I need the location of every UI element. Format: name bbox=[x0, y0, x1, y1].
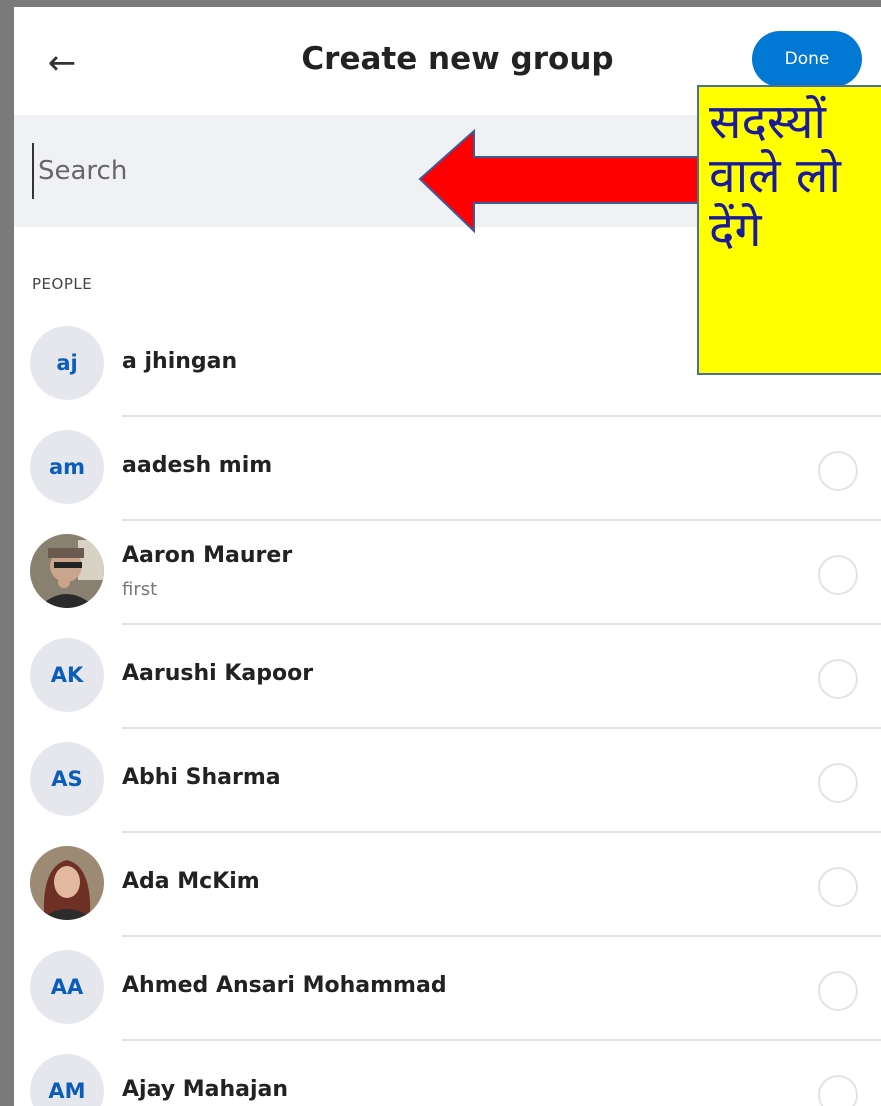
select-radio[interactable] bbox=[818, 451, 858, 491]
annotation-box: सदस्यों वाले लो देंगे bbox=[697, 85, 881, 375]
select-radio[interactable] bbox=[818, 555, 858, 595]
contact-name: Aaron Maurer bbox=[122, 543, 293, 568]
contact-name: a jhingan bbox=[122, 349, 238, 374]
red-arrow-annotation bbox=[418, 128, 703, 234]
select-radio[interactable] bbox=[818, 971, 858, 1011]
contact-row[interactable]: am aadesh mim bbox=[14, 417, 881, 521]
contact-name: Ada McKim bbox=[122, 869, 260, 894]
avatar: AM bbox=[30, 1054, 104, 1106]
page-title: Create new group bbox=[301, 41, 614, 77]
contact-name: aadesh mim bbox=[122, 453, 273, 478]
annotation-text: सदस्यों वाले लो देंगे bbox=[709, 94, 841, 258]
avatar: aj bbox=[30, 326, 104, 400]
contact-name: Aarushi Kapoor bbox=[122, 661, 314, 686]
contact-row[interactable]: AA Ahmed Ansari Mohammad bbox=[14, 937, 881, 1041]
done-button[interactable]: Done bbox=[752, 31, 862, 87]
select-radio[interactable] bbox=[818, 867, 858, 907]
create-group-panel: ← Create new group Done PEOPLE aja jhing… bbox=[14, 7, 881, 1106]
contact-row[interactable]: Aaron Maurer first bbox=[14, 521, 881, 625]
avatar-photo bbox=[30, 846, 104, 920]
contact-row[interactable]: AS Abhi Sharma bbox=[14, 729, 881, 833]
select-radio[interactable] bbox=[818, 1075, 858, 1106]
avatar: AK bbox=[30, 638, 104, 712]
contact-row[interactable]: AK Aarushi Kapoor bbox=[14, 625, 881, 729]
contact-row[interactable]: AM Ajay Mahajan bbox=[14, 1041, 881, 1106]
section-label-people: PEOPLE bbox=[32, 275, 93, 293]
select-radio[interactable] bbox=[818, 763, 858, 803]
avatar: am bbox=[30, 430, 104, 504]
avatar: AS bbox=[30, 742, 104, 816]
contact-list: aj a jhingan am aadesh mim Aaron Maurer first… bbox=[14, 313, 881, 1106]
avatar-photo bbox=[30, 534, 104, 608]
contact-row[interactable]: Ada McKim bbox=[14, 833, 881, 937]
contact-name: Ahmed Ansari Mohammad bbox=[122, 973, 447, 998]
contact-name: Ajay Mahajan bbox=[122, 1077, 289, 1102]
avatar: AA bbox=[30, 950, 104, 1024]
contact-name: Abhi Sharma bbox=[122, 765, 281, 790]
select-radio[interactable] bbox=[818, 659, 858, 699]
contact-subtitle: first bbox=[122, 579, 158, 600]
